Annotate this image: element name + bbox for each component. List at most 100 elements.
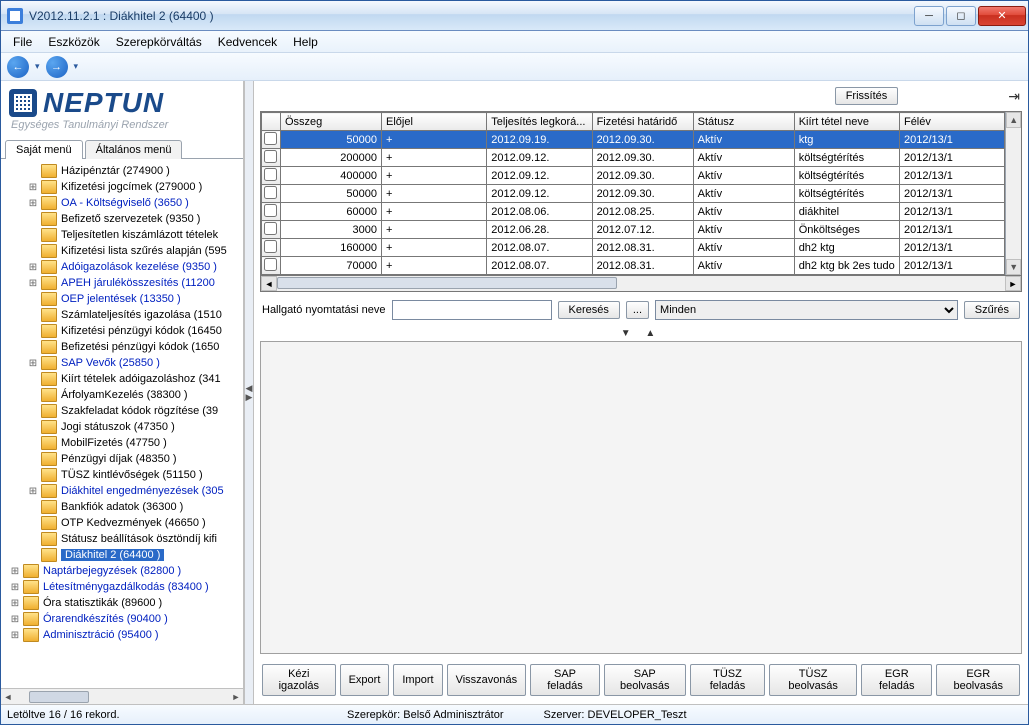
apply-filter-button[interactable]: Szűrés [964, 301, 1020, 319]
tree-expander-icon[interactable]: ⊞ [9, 566, 21, 577]
tree-item[interactable]: Pénzügyi díjak (48350 ) [3, 451, 241, 467]
col-tetel-neve[interactable]: Kiírt tétel neve [794, 113, 899, 131]
tree-expander-icon[interactable]: ⊞ [27, 198, 39, 209]
action-export[interactable]: Export [340, 664, 390, 696]
tree-item[interactable]: Teljesítetlen kiszámlázott tételek [3, 227, 241, 243]
tree-expander-icon[interactable]: ⊞ [27, 262, 39, 273]
tree-item[interactable]: ⊞Létesítménygazdálkodás (83400 ) [3, 579, 241, 595]
close-button[interactable]: ✕ [978, 6, 1026, 26]
row-checkbox-cell[interactable] [262, 185, 281, 203]
search-button[interactable]: Keresés [558, 301, 620, 319]
row-checkbox[interactable] [264, 258, 277, 271]
row-checkbox[interactable] [264, 204, 277, 217]
nav-back-dropdown[interactable]: ▾ [31, 61, 44, 72]
tree-item[interactable]: Házipénztár (274900 ) [3, 163, 241, 179]
row-checkbox-cell[interactable] [262, 167, 281, 185]
action-import[interactable]: Import [393, 664, 442, 696]
col-elojel[interactable]: Előjel [382, 113, 487, 131]
col-osszeg[interactable]: Összeg [280, 113, 381, 131]
row-checkbox[interactable] [264, 240, 277, 253]
hscroll-track[interactable] [277, 276, 1005, 291]
pin-icon[interactable]: ⇥ [1008, 88, 1020, 105]
table-row[interactable]: 3000+2012.06.28.2012.07.12.AktívÖnköltsé… [262, 221, 1005, 239]
tab-own-menu[interactable]: Saját menü [5, 140, 83, 159]
tree-item[interactable]: TÜSZ kintlévőségek (51150 ) [3, 467, 241, 483]
scroll-right-icon[interactable]: ► [229, 690, 243, 704]
tree-expander-icon[interactable]: ⊞ [27, 358, 39, 369]
tree-expander-icon[interactable]: ⊞ [27, 182, 39, 193]
hscroll-right-icon[interactable]: ► [1005, 276, 1021, 291]
tree-item[interactable]: Kifizetési pénzügyi kódok (16450 [3, 323, 241, 339]
filter-combo[interactable]: Minden [655, 300, 958, 320]
row-checkbox[interactable] [264, 150, 277, 163]
row-checkbox-cell[interactable] [262, 203, 281, 221]
tree-item[interactable]: OTP Kedvezmények (46650 ) [3, 515, 241, 531]
tree-item[interactable]: Befizetési pénzügyi kódok (1650 [3, 339, 241, 355]
tree-horizontal-scrollbar[interactable]: ◄ ► [1, 688, 243, 704]
tree-item[interactable]: Kiírt tételek adóigazoláshoz (341 [3, 371, 241, 387]
action-sap-beolvas-s[interactable]: SAP beolvasás [604, 664, 686, 696]
action-sap-felad-s[interactable]: SAP feladás [530, 664, 600, 696]
action-egr-beolvas-s[interactable]: EGR beolvasás [936, 664, 1020, 696]
row-checkbox-cell[interactable] [262, 131, 281, 149]
tree-item[interactable]: ⊞Naptárbejegyzések (82800 ) [3, 563, 241, 579]
scroll-down-icon[interactable]: ▼ [1006, 259, 1021, 275]
tree-item[interactable]: ⊞Kifizetési jogcímek (279000 ) [3, 179, 241, 195]
filter-name-input[interactable] [392, 300, 552, 320]
tree-item[interactable]: MobilFizetés (47750 ) [3, 435, 241, 451]
menu-file[interactable]: File [5, 32, 40, 52]
tree-item[interactable]: ⊞Óra statisztikák (89600 ) [3, 595, 241, 611]
action-t-sz-beolvas-s[interactable]: TÜSZ beolvasás [769, 664, 857, 696]
col-teljesites[interactable]: Teljesítés legkorá... [487, 113, 592, 131]
tree-expander-icon[interactable]: ⊞ [27, 486, 39, 497]
menu-tree[interactable]: Házipénztár (274900 )⊞Kifizetési jogcíme… [1, 159, 243, 688]
tree-item[interactable]: Kifizetési lista szűrés alapján (595 [3, 243, 241, 259]
tree-expander-icon[interactable]: ⊞ [9, 582, 21, 593]
tree-item[interactable]: OEP jelentések (13350 ) [3, 291, 241, 307]
tree-item[interactable]: Bankfiók adatok (36300 ) [3, 499, 241, 515]
action-visszavon-s[interactable]: Visszavonás [447, 664, 527, 696]
row-checkbox-cell[interactable] [262, 149, 281, 167]
row-checkbox-cell[interactable] [262, 239, 281, 257]
tree-item[interactable]: ÁrfolyamKezelés (38300 ) [3, 387, 241, 403]
tree-item[interactable]: ⊞Órarendkészítés (90400 ) [3, 611, 241, 627]
hscroll-thumb[interactable] [277, 277, 617, 289]
scroll-thumb[interactable] [29, 691, 89, 703]
tree-expander-icon[interactable]: ⊞ [9, 630, 21, 641]
row-checkbox[interactable] [264, 186, 277, 199]
row-checkbox-cell[interactable] [262, 257, 281, 275]
menu-rolechange[interactable]: Szerepkörváltás [108, 32, 210, 52]
tree-item[interactable]: ⊞SAP Vevők (25850 ) [3, 355, 241, 371]
table-row[interactable]: 400000+2012.09.12.2012.09.30.Aktívköltsé… [262, 167, 1005, 185]
nav-forward-dropdown[interactable]: ▾ [70, 61, 83, 72]
tree-item[interactable]: Számlateljesítés igazolása (1510 [3, 307, 241, 323]
tree-item[interactable]: Befizető szervezetek (9350 ) [3, 211, 241, 227]
menu-tools[interactable]: Eszközök [40, 32, 107, 52]
scroll-up-icon[interactable]: ▲ [1006, 112, 1021, 128]
hscroll-left-icon[interactable]: ◄ [261, 276, 277, 291]
tree-item[interactable]: ⊞APEH járulékösszesítés (11200 [3, 275, 241, 291]
col-hatarido[interactable]: Fizetési határidő [592, 113, 693, 131]
table-row[interactable]: 70000+2012.08.07.2012.08.31.Aktívdh2 ktg… [262, 257, 1005, 275]
row-checkbox[interactable] [264, 132, 277, 145]
tree-item[interactable]: Jogi státuszok (47350 ) [3, 419, 241, 435]
col-felev[interactable]: Félév [899, 113, 1004, 131]
table-row[interactable]: 60000+2012.08.06.2012.08.25.Aktívdiákhit… [262, 203, 1005, 221]
action-egr-felad-s[interactable]: EGR feladás [861, 664, 932, 696]
nav-back-button[interactable]: ← [7, 56, 29, 78]
menu-help[interactable]: Help [285, 32, 326, 52]
refresh-button[interactable]: Frissítés [835, 87, 899, 105]
tree-item[interactable]: Státusz beállítások ösztöndíj kifi [3, 531, 241, 547]
scroll-left-icon[interactable]: ◄ [1, 690, 15, 704]
tab-general-menu[interactable]: Általános menü [85, 140, 183, 159]
action-k-zi-igazol-s[interactable]: Kézi igazolás [262, 664, 336, 696]
menu-favorites[interactable]: Kedvencek [210, 32, 285, 52]
table-row[interactable]: 50000+2012.09.19.2012.09.30.Aktívktg2012… [262, 131, 1005, 149]
tree-expander-icon[interactable]: ⊞ [9, 598, 21, 609]
tree-item[interactable]: Diákhitel 2 (64400 ) [3, 547, 241, 563]
panel-collapse-toggle[interactable]: ▼ ▲ [260, 328, 1022, 341]
maximize-button[interactable]: ◻ [946, 6, 976, 26]
row-checkbox[interactable] [264, 168, 277, 181]
more-button[interactable]: ... [626, 301, 649, 319]
col-statusz[interactable]: Státusz [693, 113, 794, 131]
